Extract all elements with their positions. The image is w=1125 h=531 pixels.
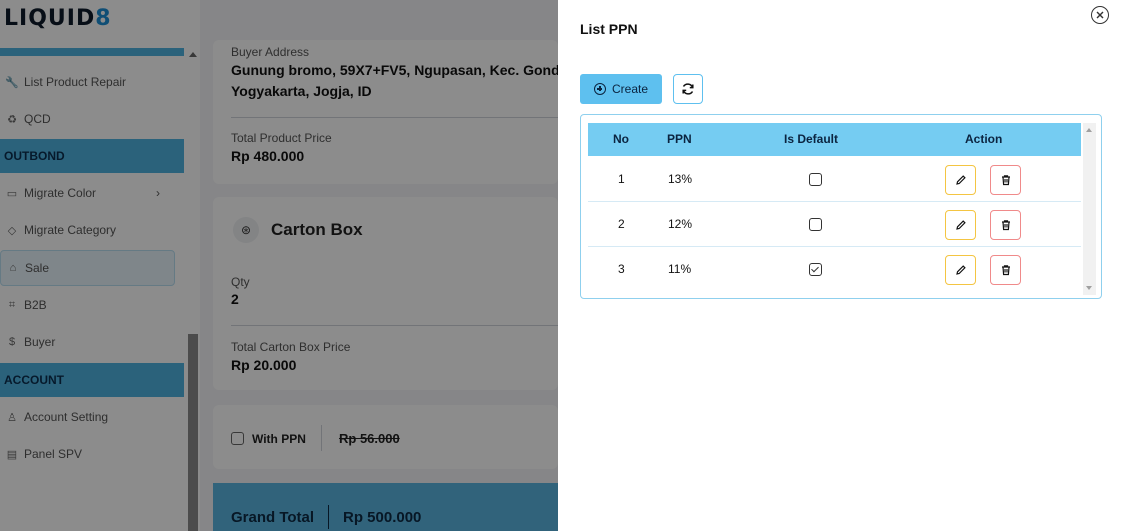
table-row: 1 13%	[588, 157, 1081, 202]
row-number: 3	[618, 262, 625, 276]
is-default-checkbox[interactable]	[809, 173, 822, 186]
refresh-icon	[682, 83, 694, 95]
close-icon	[1096, 11, 1104, 19]
table-header: No PPN Is Default Action	[588, 123, 1081, 156]
is-default-checkbox[interactable]	[809, 218, 822, 231]
pencil-icon	[955, 175, 966, 185]
is-default-checkbox-checked[interactable]	[809, 263, 822, 276]
refresh-button[interactable]	[673, 74, 703, 104]
table-row: 2 12%	[588, 202, 1081, 247]
column-header-no: No	[613, 132, 629, 146]
ppn-table: No PPN Is Default Action 1 13% 2 12% 3 1…	[580, 114, 1102, 299]
trash-icon	[1001, 175, 1010, 186]
plus-circle-icon	[593, 83, 606, 95]
scroll-down-icon	[1086, 286, 1092, 290]
table-scrollbar[interactable]	[1083, 123, 1096, 295]
edit-button[interactable]	[945, 255, 976, 285]
pencil-icon	[955, 220, 966, 230]
row-number: 1	[618, 172, 625, 186]
delete-button[interactable]	[990, 255, 1021, 285]
delete-button[interactable]	[990, 210, 1021, 240]
create-button-label: Create	[611, 82, 649, 96]
column-header-action: Action	[965, 132, 1003, 146]
ppn-value: 11%	[668, 262, 692, 276]
modal-backdrop[interactable]	[0, 0, 558, 531]
row-number: 2	[618, 217, 625, 231]
create-button[interactable]: Create	[580, 74, 662, 104]
drawer-title: List PPN	[580, 21, 638, 37]
ppn-drawer: List PPN Create No PPN Is Default Action…	[558, 0, 1125, 531]
close-button[interactable]	[1091, 6, 1109, 24]
pencil-icon	[955, 265, 966, 275]
ppn-value: 13%	[668, 172, 693, 186]
table-row: 3 11%	[588, 247, 1081, 292]
ppn-value: 12%	[668, 217, 693, 231]
trash-icon	[1001, 220, 1010, 231]
scroll-up-icon	[1086, 128, 1092, 132]
column-header-is-default: Is Default	[784, 132, 839, 146]
column-header-ppn: PPN	[667, 132, 692, 146]
trash-icon	[1001, 265, 1010, 276]
delete-button[interactable]	[990, 165, 1021, 195]
edit-button[interactable]	[945, 210, 976, 240]
edit-button[interactable]	[945, 165, 976, 195]
